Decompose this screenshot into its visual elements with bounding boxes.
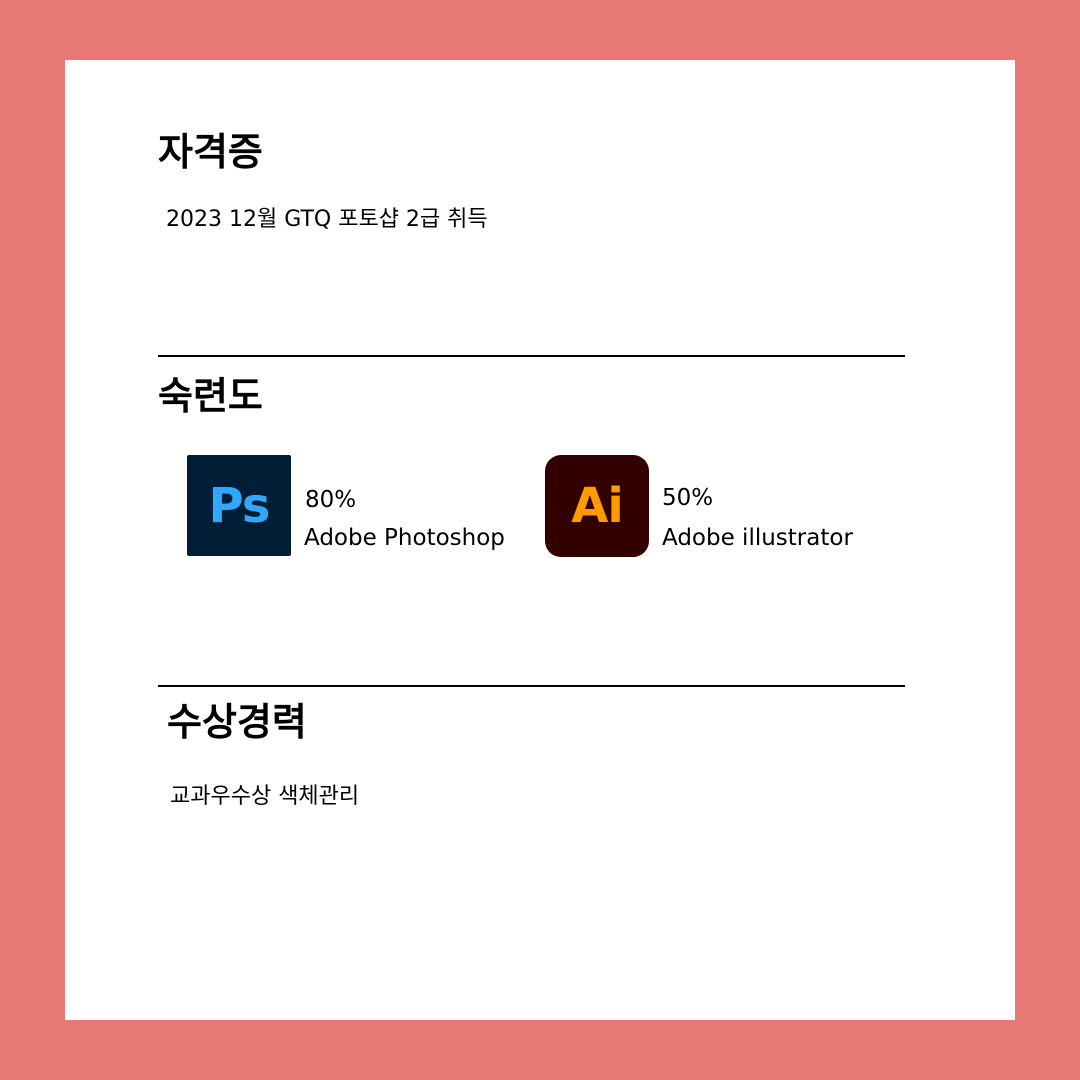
adobe-photoshop-icon: Ps (187, 455, 291, 556)
section-divider (158, 685, 905, 687)
photoshop-level: 80% (305, 487, 357, 513)
awards-title: 수상경력 (167, 700, 307, 744)
award-item: 교과우수상 색체관리 (170, 784, 360, 809)
content-card: 자격증 2023 12월 GTQ 포토샵 2급 취득 숙련도 Ps 80% Ad… (65, 60, 1015, 1020)
proficiency-title: 숙련도 (158, 374, 263, 418)
illustrator-name: Adobe illustrator (662, 525, 853, 551)
certificate-item: 2023 12월 GTQ 포토샵 2급 취득 (166, 207, 488, 232)
illustrator-level: 50% (662, 485, 714, 511)
certificates-title: 자격증 (158, 130, 263, 174)
photoshop-name: Adobe Photoshop (304, 525, 505, 551)
section-divider (158, 355, 905, 357)
adobe-illustrator-icon: Ai (545, 455, 649, 557)
